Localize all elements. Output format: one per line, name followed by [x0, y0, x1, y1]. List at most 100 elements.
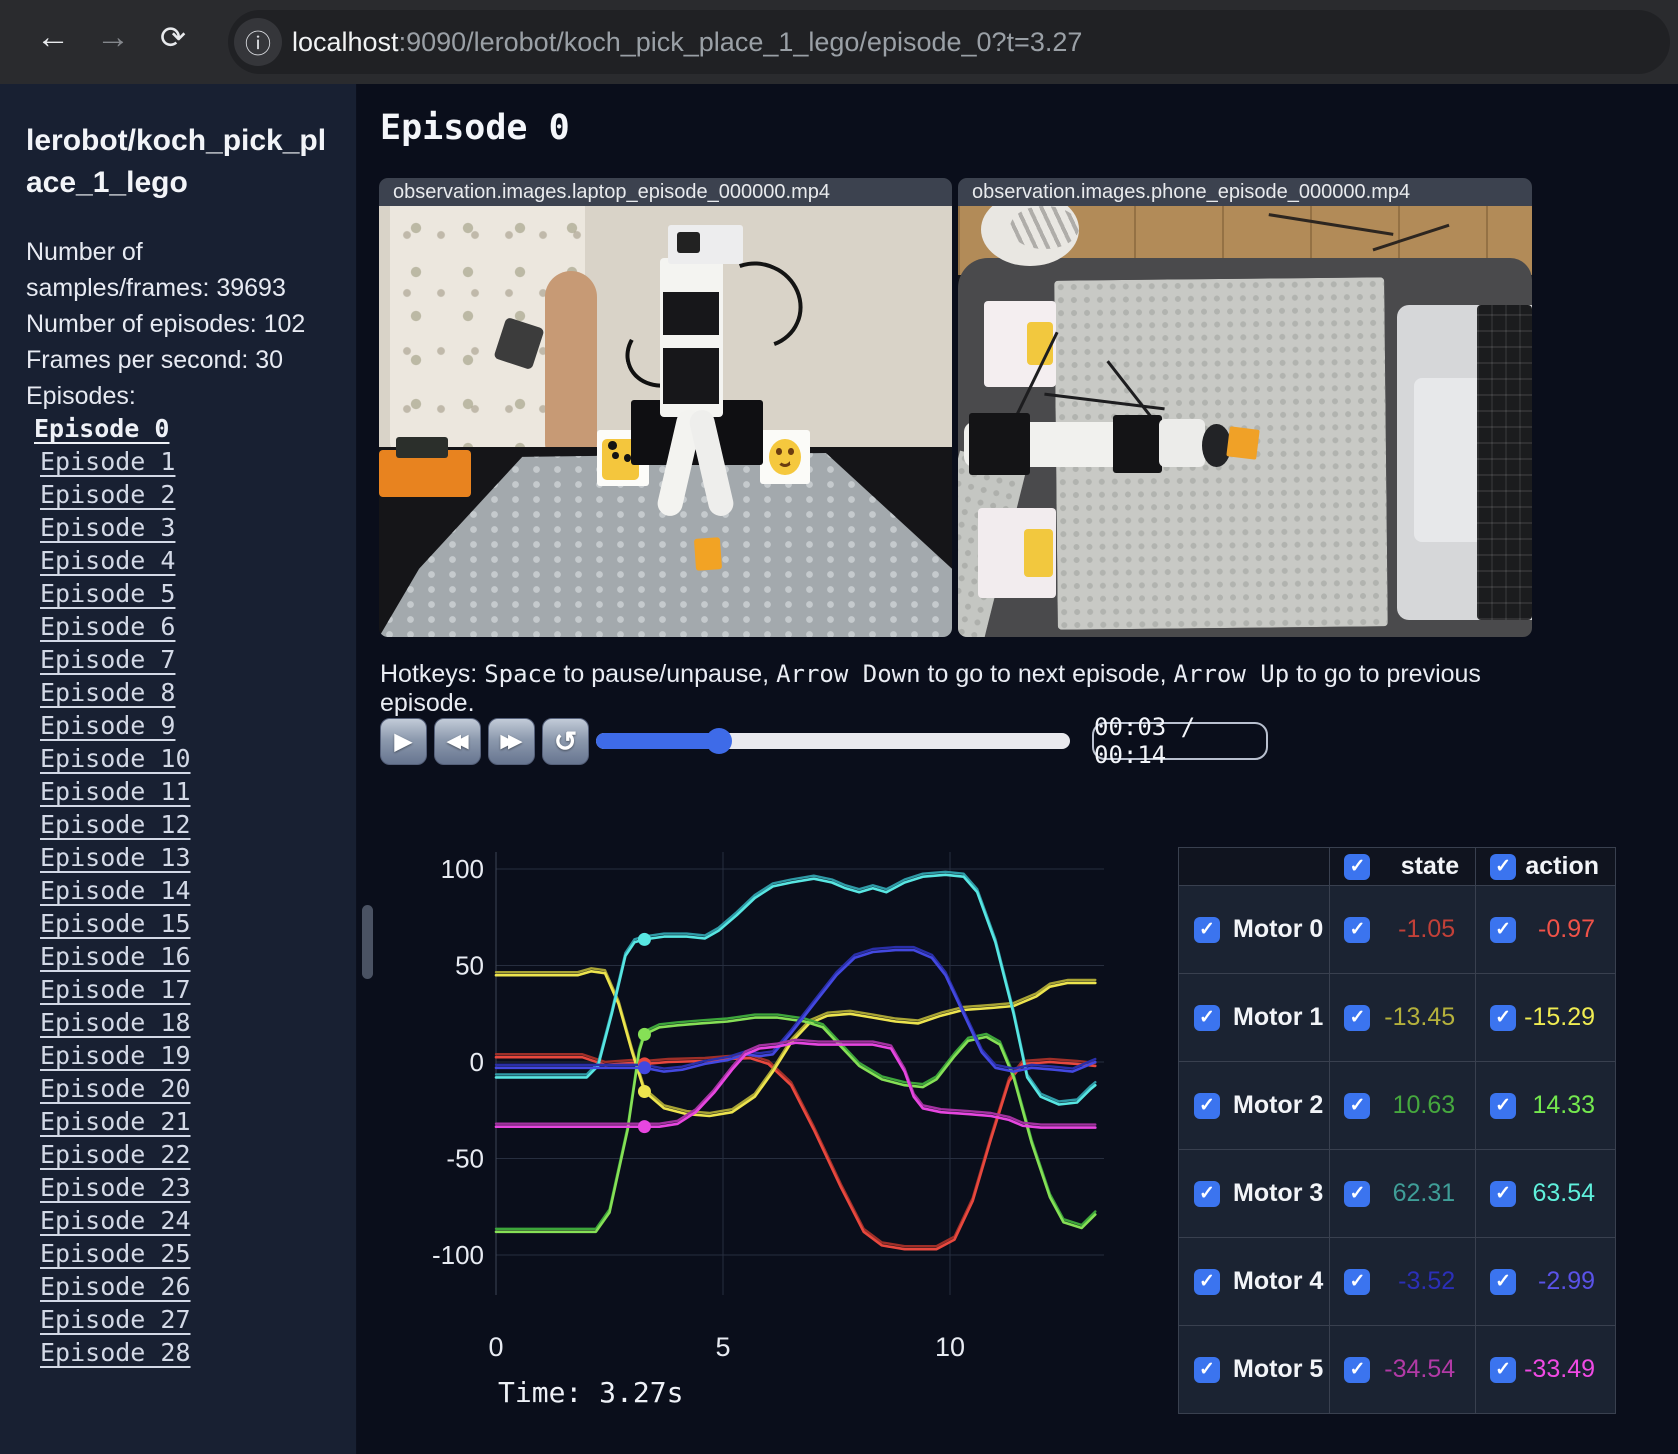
- state-value: -3.52: [1398, 1267, 1456, 1295]
- action-cell-checkbox[interactable]: ✓: [1490, 1092, 1517, 1119]
- state-column-header: state: [1400, 852, 1460, 880]
- sidebar-episode-link-episode-16[interactable]: Episode 16: [40, 944, 356, 970]
- hotkey-key: Space: [484, 660, 557, 688]
- sidebar-episode-link-episode-13[interactable]: Episode 13: [40, 845, 356, 871]
- state-cell-checkbox[interactable]: ✓: [1344, 1180, 1371, 1207]
- panda-eye: [611, 451, 619, 460]
- seek-slider-thumb[interactable]: [705, 728, 732, 754]
- chart-time-label: Time: 3.27s: [498, 1376, 683, 1409]
- seek-slider[interactable]: [596, 728, 1070, 754]
- sidebar-episode-link-episode-26[interactable]: Episode 26: [40, 1274, 356, 1300]
- episode-list: Episode 0 Episode 1 Episode 2 Episode 3 Epis…: [34, 416, 356, 1366]
- forward-icon[interactable]: →: [96, 18, 130, 57]
- sidebar-episode-link-episode-18[interactable]: Episode 18: [40, 1010, 356, 1036]
- hotkey-text: to go to next episode,: [920, 660, 1174, 688]
- sidebar-episode-link-episode-23[interactable]: Episode 23: [40, 1175, 356, 1201]
- time-cursor-marker: [637, 932, 651, 946]
- time-cursor-marker: [637, 1120, 651, 1134]
- table-row: ✓ Motor 0 ✓ -1.05 ✓ -0.97: [1177, 885, 1616, 974]
- dataset-stat-line: samples/frames: 39693: [26, 274, 286, 302]
- dataset-stats: Number of samples/frames: 39693 Number of …: [26, 234, 334, 414]
- fast-forward-button[interactable]: ▶▶: [488, 718, 535, 765]
- sidebar-episode-link-episode-6[interactable]: Episode 6: [40, 614, 356, 640]
- y-tick-label: -100: [432, 1240, 484, 1270]
- action-value: -0.97: [1538, 915, 1595, 943]
- state-cell-checkbox[interactable]: ✓: [1344, 1092, 1371, 1119]
- state-cell-checkbox[interactable]: ✓: [1344, 1004, 1371, 1031]
- laptop-trackpad: [1414, 378, 1487, 543]
- play-button[interactable]: ▶: [380, 718, 427, 765]
- scrollbar-thumb[interactable]: [362, 905, 373, 979]
- table-row: ✓ Motor 1 ✓ -13.45 ✓ -15.29: [1177, 973, 1616, 1062]
- sidebar-episode-link-episode-5[interactable]: Episode 5: [40, 581, 356, 607]
- action-column-checkbox[interactable]: ✓: [1490, 853, 1517, 880]
- motor-row-checkbox[interactable]: ✓: [1194, 1356, 1220, 1383]
- sidebar-episode-link-episode-28[interactable]: Episode 28: [40, 1340, 356, 1366]
- site-info-icon[interactable]: ⓘ: [234, 18, 282, 66]
- robot-wrist: [1158, 419, 1205, 467]
- state-cell-checkbox[interactable]: ✓: [1344, 916, 1371, 943]
- state-value: -13.45: [1384, 1003, 1456, 1031]
- action-cell-checkbox[interactable]: ✓: [1490, 1180, 1517, 1207]
- sidebar-episode-link-episode-17[interactable]: Episode 17: [40, 977, 356, 1003]
- page-title: Episode 0: [380, 108, 570, 148]
- sidebar-episode-link-episode-2[interactable]: Episode 2: [40, 482, 356, 508]
- sidebar-episode-link-episode-7[interactable]: Episode 7: [40, 647, 356, 673]
- sidebar-episode-link-episode-9[interactable]: Episode 9: [40, 713, 356, 739]
- sidebar-episode-link-episode-11[interactable]: Episode 11: [40, 779, 356, 805]
- sidebar-episode-link-episode-0[interactable]: Episode 0: [34, 416, 356, 442]
- sidebar-episode-link-episode-8[interactable]: Episode 8: [40, 680, 356, 706]
- back-icon[interactable]: ←: [36, 18, 70, 57]
- time-cursor-marker: [637, 1085, 651, 1099]
- sidebar-episode-link-episode-25[interactable]: Episode 25: [40, 1241, 356, 1267]
- video-frame-laptop: [379, 206, 952, 637]
- action-cell-checkbox[interactable]: ✓: [1490, 1356, 1517, 1383]
- sidebar-episode-link-episode-12[interactable]: Episode 12: [40, 812, 356, 838]
- action-cell-checkbox[interactable]: ✓: [1490, 1268, 1517, 1295]
- action-cell-checkbox[interactable]: ✓: [1490, 916, 1517, 943]
- sidebar-episode-link-episode-15[interactable]: Episode 15: [40, 911, 356, 937]
- rewind-icon: ◀◀: [446, 731, 468, 752]
- sidebar-episode-link-episode-24[interactable]: Episode 24: [40, 1208, 356, 1234]
- series-state-motor-0: [494, 1053, 1097, 1248]
- motor-label: Motor 5: [1233, 1355, 1324, 1383]
- sidebar-episode-link-episode-22[interactable]: Episode 22: [40, 1142, 356, 1168]
- sidebar-episode-link-episode-27[interactable]: Episode 27: [40, 1307, 356, 1333]
- motor-timeseries-chart[interactable]: 100 50 0 -50 -100 0 5 10 Time: 3.27s: [420, 790, 1110, 1440]
- action-value: -15.29: [1524, 1003, 1595, 1031]
- action-value: 63.54: [1532, 1179, 1595, 1207]
- action-value: -33.49: [1524, 1355, 1595, 1383]
- hotkey-key: Arrow Down: [776, 660, 921, 688]
- action-cell-checkbox[interactable]: ✓: [1490, 1004, 1517, 1031]
- state-cell-checkbox[interactable]: ✓: [1344, 1356, 1371, 1383]
- sidebar-episode-link-episode-14[interactable]: Episode 14: [40, 878, 356, 904]
- loop-button[interactable]: ↻: [542, 718, 589, 765]
- reload-icon[interactable]: ⟳: [160, 20, 186, 56]
- rewind-button[interactable]: ◀◀: [434, 718, 481, 765]
- motor-row-checkbox[interactable]: ✓: [1194, 1180, 1220, 1207]
- table-row: ✓ Motor 3 ✓ 62.31 ✓ 63.54: [1177, 1149, 1616, 1238]
- motor-table: ✓ state ✓ action ✓ Motor 0 ✓ -1.05 ✓ -0.97 ✓ Moto…: [1177, 847, 1616, 1414]
- url-text[interactable]: localhost:9090/lerobot/koch_pick_place_1…: [292, 27, 1082, 58]
- sidebar-episode-link-episode-20[interactable]: Episode 20: [40, 1076, 356, 1102]
- sidebar-episode-link-episode-19[interactable]: Episode 19: [40, 1043, 356, 1069]
- sidebar-episode-link-episode-3[interactable]: Episode 3: [40, 515, 356, 541]
- dataset-title: lerobot/koch_pick_place_1_lego: [26, 124, 327, 199]
- motor-row-checkbox[interactable]: ✓: [1194, 916, 1220, 943]
- state-column-checkbox[interactable]: ✓: [1344, 853, 1371, 880]
- motor-row-checkbox[interactable]: ✓: [1194, 1268, 1220, 1295]
- sidebar-episode-link-episode-4[interactable]: Episode 4: [40, 548, 356, 574]
- sidebar-episode-link-episode-10[interactable]: Episode 10: [40, 746, 356, 772]
- motor-row-checkbox[interactable]: ✓: [1194, 1092, 1220, 1119]
- url-path: :9090/lerobot/koch_pick_place_1_lego/epi…: [398, 26, 1083, 57]
- video-player-phone[interactable]: observation.images.phone_episode_000000.…: [958, 178, 1532, 637]
- motor-label: Motor 3: [1233, 1179, 1324, 1207]
- state-cell-checkbox[interactable]: ✓: [1344, 1268, 1371, 1295]
- sidebar-episode-link-episode-1[interactable]: Episode 1: [40, 449, 356, 475]
- address-bar[interactable]: ⓘ localhost:9090/lerobot/koch_pick_place…: [228, 10, 1670, 74]
- table-corner-cell: [1177, 847, 1331, 886]
- video-player-laptop[interactable]: observation.images.laptop_episode_000000…: [379, 178, 952, 637]
- sidebar-episode-link-episode-21[interactable]: Episode 21: [40, 1109, 356, 1135]
- laptop-keyboard: [1477, 305, 1532, 620]
- motor-row-checkbox[interactable]: ✓: [1194, 1004, 1220, 1031]
